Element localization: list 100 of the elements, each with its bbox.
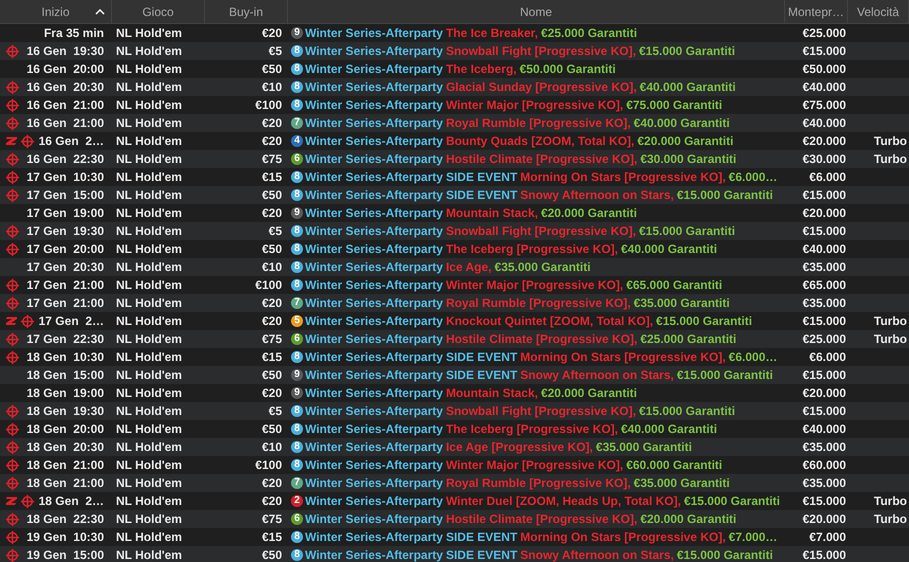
series-name: Winter Series-Afterparty	[305, 169, 443, 186]
buy-in: €50	[262, 241, 282, 258]
count-badge: 9	[291, 27, 303, 39]
game-type: NL Hold'em	[116, 476, 182, 490]
buy-in: €5	[268, 403, 282, 420]
start-time: 18 Gen 21:00	[26, 475, 104, 492]
series-name: Winter Series-Afterparty	[305, 277, 443, 294]
start-time: 17 Gen 2…	[38, 313, 104, 330]
buy-in: €20	[262, 385, 282, 402]
guarantee: €7.000…	[728, 529, 778, 546]
count-badge: 8	[291, 99, 303, 111]
game-type: NL Hold'em	[116, 350, 182, 364]
game-type: NL Hold'em	[116, 116, 182, 130]
start-time: 18 Gen 21:00	[26, 457, 104, 474]
table-row[interactable]: 18 Gen 15:00 NL Hold'em €50 9 Winter Series-Afterparty SIDE EVENT Snowy Afternoon on Stars, €15.000 Garantiti €15.000	[0, 366, 909, 384]
column-header[interactable]: Inizio	[0, 0, 112, 23]
speed: Turbo	[874, 331, 907, 348]
start-time: 18 Gen 20:30	[26, 439, 104, 456]
column-header[interactable]: Nome	[288, 0, 785, 23]
guarantee: €60.000 Garantiti	[626, 457, 722, 474]
guarantee: €15.000 Garantiti	[656, 313, 752, 330]
game-type: NL Hold'em	[116, 170, 182, 184]
tournament-title: Royal Rumble [Progressive KO],	[446, 115, 631, 132]
series-name: Winter Series-Afterparty	[305, 205, 443, 222]
table-row[interactable]: 18 Gen 19:30 NL Hold'em €5 8 Winter Series-Afterparty Snowball Fight [Progressive KO], €15.000 Garantiti €15.000	[0, 402, 909, 420]
speed: Turbo	[874, 511, 907, 528]
start-time: 18 Gen 10:30	[26, 349, 104, 366]
game-type: NL Hold'em	[116, 458, 182, 472]
prize-pool: €20.000	[802, 133, 846, 150]
tournament-title: Mountain Stack,	[446, 205, 538, 222]
speed: Turbo	[874, 151, 907, 168]
table-row[interactable]: 17 Gen 19:30 NL Hold'em €5 8 Winter Series-Afterparty Snowball Fight [Progressive KO], €15.000 Garantiti €15.000	[0, 222, 909, 240]
prize-pool: €35.000	[802, 259, 846, 276]
event-label: SIDE EVENT	[446, 187, 518, 204]
speed: Turbo	[874, 493, 907, 510]
prize-pool: €40.000	[802, 79, 846, 96]
guarantee: €35.000 Garantiti	[634, 475, 730, 492]
speed: Turbo	[874, 313, 907, 330]
guarantee: €40.000 Garantiti	[634, 115, 730, 132]
table-row[interactable]: 16 Gen 20:30 NL Hold'em €10 8 Winter Series-Afterparty Glacial Sunday [Progressive KO], €40.000 Garantiti €40.000	[0, 78, 909, 96]
prize-pool: €20.000	[802, 511, 846, 528]
game-type: NL Hold'em	[116, 512, 182, 526]
prize-pool: €15.000	[802, 493, 846, 510]
game-type: NL Hold'em	[116, 152, 182, 166]
tournament-title: Ice Age,	[446, 259, 492, 276]
start-time: 16 Gen 21:00	[26, 97, 104, 114]
tournament-title: The Ice Breaker,	[446, 25, 538, 42]
prize-pool: €6.000	[809, 349, 846, 366]
table-row[interactable]: 17 Gen 22:30 NL Hold'em €75 6 Winter Series-Afterparty Hostile Climate [Progressive KO], €25.000 Garantiti €25.000 Turbo	[0, 330, 909, 348]
table-row[interactable]: 19 Gen 15:00 NL Hold'em €50 8 Winter Series-Afterparty SIDE EVENT Snowy Afternoon on Stars, €15.000 Garantiti €15.000	[0, 546, 909, 562]
series-name: Winter Series-Afterparty	[305, 439, 443, 456]
series-name: Winter Series-Afterparty	[305, 133, 443, 150]
prize-pool: €65.000	[802, 277, 846, 294]
table-row[interactable]: 16 Gen 21:00 NL Hold'em €20 7 Winter Series-Afterparty Royal Rumble [Progressive KO], €40.000 Garantiti €40.000	[0, 114, 909, 132]
tournament-title: Glacial Sunday [Progressive KO],	[446, 79, 637, 96]
prize-pool: €35.000	[802, 295, 846, 312]
count-badge: 8	[291, 405, 303, 417]
tournament-title: Royal Rumble [Progressive KO],	[446, 295, 631, 312]
series-name: Winter Series-Afterparty	[305, 367, 443, 384]
count-badge: 8	[291, 531, 303, 543]
series-name: Winter Series-Afterparty	[305, 457, 443, 474]
prize-pool: €15.000	[802, 547, 846, 562]
guarantee: €20.000 Garantiti	[540, 205, 638, 222]
series-name: Winter Series-Afterparty	[305, 493, 443, 510]
game-type: NL Hold'em	[116, 332, 182, 346]
count-badge: 6	[291, 153, 303, 165]
event-label: SIDE EVENT	[446, 529, 518, 546]
game-type: NL Hold'em	[116, 242, 182, 256]
table-row[interactable]: 17 Gen 20:30 NL Hold'em €10 8 Winter Series-Afterparty Ice Age, €35.000 Garantiti €35.000	[0, 258, 909, 276]
count-badge: 8	[291, 423, 303, 435]
event-label: SIDE EVENT	[446, 367, 518, 384]
series-name: Winter Series-Afterparty	[305, 547, 443, 562]
table-row[interactable]: 18 Gen 20:30 NL Hold'em €10 8 Winter Series-Afterparty Ice Age [Progressive KO], €35.000 Garantiti €35.000	[0, 438, 909, 456]
table-row[interactable]: 18 Gen 21:00 NL Hold'em €20 7 Winter Series-Afterparty Royal Rumble [Progressive KO], €35.000 Garantiti €35.000	[0, 474, 909, 492]
column-header[interactable]: Velocità	[848, 0, 909, 23]
game-type: NL Hold'em	[116, 494, 182, 508]
start-time: 16 Gen 22:30	[26, 151, 104, 168]
count-badge: 8	[291, 549, 303, 561]
table-row[interactable]: 18 Gen 22:30 NL Hold'em €75 6 Winter Series-Afterparty Hostile Climate [Progressive KO], €20.000 Garantiti €20.000 Turbo	[0, 510, 909, 528]
column-header[interactable]: Montepr…	[785, 0, 848, 23]
guarantee: €15.000 Garantiti	[638, 403, 736, 420]
prize-pool: €40.000	[802, 421, 846, 438]
column-header[interactable]: Buy-in	[205, 0, 288, 23]
count-badge: 8	[291, 63, 303, 75]
table-row[interactable]: 16 Gen 22:30 NL Hold'em €75 6 Winter Series-Afterparty Hostile Climate [Progressive KO], €30.000 Garantiti €30.000 Turbo	[0, 150, 909, 168]
guarantee: €15.000 Garantiti	[676, 367, 773, 384]
guarantee: €35.000 Garantiti	[596, 439, 692, 456]
table-row[interactable]: 16 Gen 19:30 NL Hold'em €5 8 Winter Series-Afterparty Snowball Fight [Progressive KO], €15.000 Garantiti €15.000	[0, 42, 909, 60]
table-row[interactable]: 17 Gen 15:00 NL Hold'em €50 8 Winter Series-Afterparty SIDE EVENT Snowy Afternoon on Stars, €15.000 Garantiti €15.000	[0, 186, 909, 204]
count-badge: 8	[291, 45, 303, 57]
game-type: NL Hold'em	[116, 386, 182, 400]
guarantee: €25.000 Garantiti	[640, 331, 736, 348]
start-time: 16 Gen 2…	[38, 133, 104, 150]
prize-pool: €15.000	[802, 43, 846, 60]
start-time: 17 Gen 22:30	[26, 331, 104, 348]
column-header[interactable]: Gioco	[112, 0, 205, 23]
buy-in: €20	[262, 475, 282, 492]
table-row[interactable]: 17 Gen 21:00 NL Hold'em €20 7 Winter Series-Afterparty Royal Rumble [Progressive KO], €35.000 Garantiti €35.000	[0, 294, 909, 312]
start-time: 16 Gen 21:00	[26, 115, 104, 132]
prize-pool: €35.000	[802, 475, 846, 492]
